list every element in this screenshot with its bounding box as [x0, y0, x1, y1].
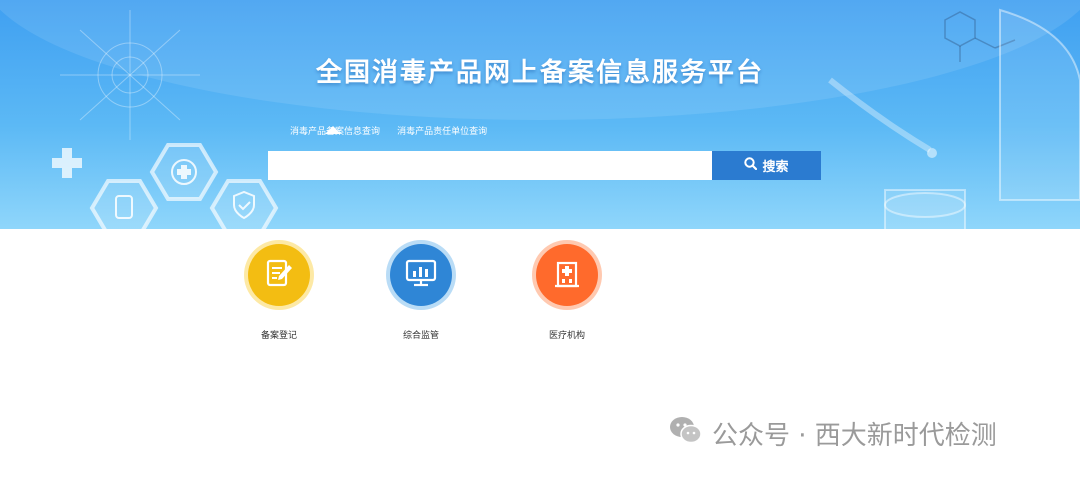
header-banner: 全国消毒产品网上备案信息服务平台 — [0, 0, 1080, 229]
watermark: 公众号 · 西大新时代检测 — [668, 416, 997, 451]
active-tab-indicator — [325, 126, 341, 134]
nav-icon-circle — [536, 244, 598, 306]
search-button[interactable]: 搜索 — [712, 151, 821, 180]
hospital-icon — [552, 257, 582, 293]
notebook-pen-icon — [263, 257, 295, 293]
page-title: 全国消毒产品网上备案信息服务平台 — [315, 58, 764, 88]
search-icon — [744, 157, 758, 174]
tab-responsible-unit-query[interactable]: 消毒产品责任单位查询 — [397, 126, 487, 138]
search-tabs: 消毒产品备案信息查询 消毒产品责任单位查询 — [290, 119, 499, 137]
wechat-icon — [668, 414, 704, 453]
nav-icon-circle — [390, 244, 452, 306]
search-input[interactable] — [268, 151, 712, 180]
monitor-chart-icon — [404, 257, 438, 293]
nav-icon-circle — [248, 244, 310, 306]
nav-label-supervision: 综合监管 — [402, 331, 439, 341]
search-button-label: 搜索 — [762, 160, 789, 175]
nav-label-registration: 备案登记 — [260, 331, 297, 341]
banner-decoration — [0, 0, 1080, 229]
watermark-text: 公众号 · 西大新时代检测 — [712, 420, 997, 451]
nav-label-medical-institution: 医疗机构 — [548, 331, 585, 341]
nav-item-medical-institution[interactable]: 医疗机构 — [507, 244, 627, 342]
nav-item-registration[interactable]: 备案登记 — [219, 244, 339, 342]
nav-item-supervision[interactable]: 综合监管 — [361, 244, 481, 342]
